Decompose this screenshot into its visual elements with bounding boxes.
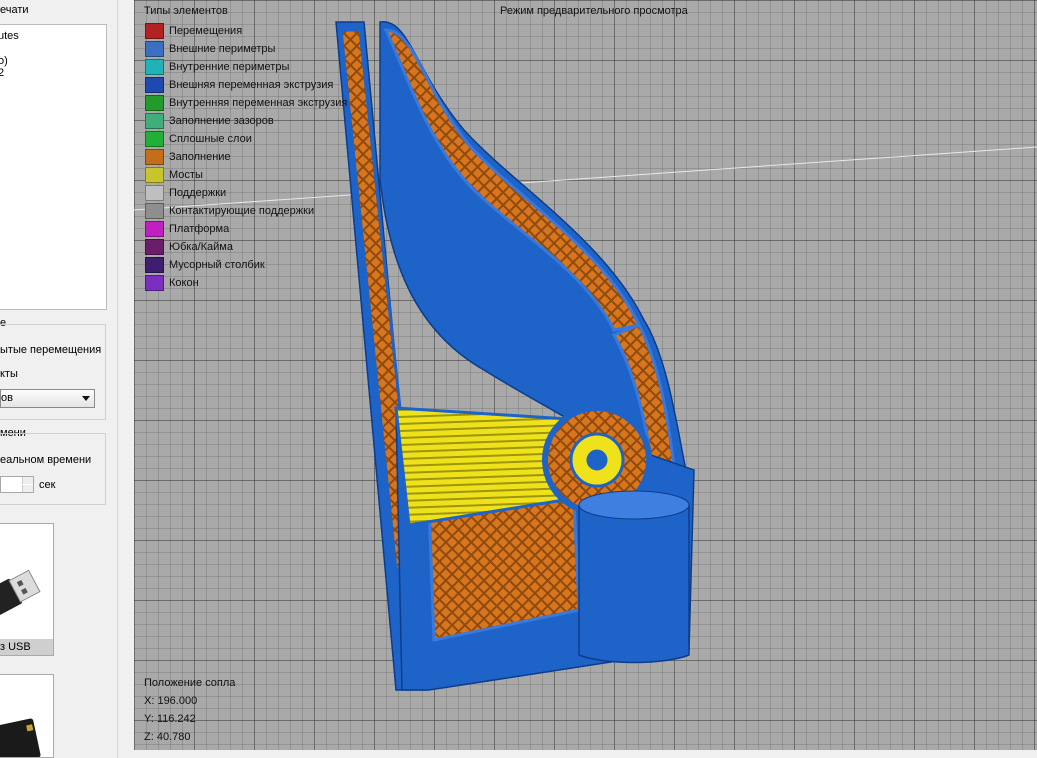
pivot-top	[578, 490, 690, 520]
pivot-cylinder	[578, 504, 690, 664]
legend-title: Типы элементов	[144, 5, 228, 17]
legend-swatch	[145, 23, 164, 39]
print-usb-label: з USB	[0, 639, 53, 655]
legend-swatch	[145, 77, 164, 93]
realtime-group-frame	[0, 433, 106, 505]
legend-label: Контактирующие поддержки	[169, 205, 315, 217]
legend-label: Заполнение зазоров	[169, 115, 274, 127]
legend-label: Мосты	[169, 169, 203, 181]
spin-up-button[interactable]	[22, 477, 33, 484]
spin-down-button[interactable]	[22, 485, 33, 492]
legend-swatch	[145, 221, 164, 237]
legend-swatch	[145, 275, 164, 291]
legend-swatch	[145, 185, 164, 201]
nozzle-position-panel: Положение сопла X: 196.000 Y: 116.242 Z:…	[144, 677, 235, 749]
view-mode-value: ов	[1, 392, 13, 404]
legend-swatch	[145, 95, 164, 111]
list-item: о)	[0, 55, 8, 67]
legend-label: Сплошные слои	[169, 133, 252, 145]
legend-label: Платформа	[169, 223, 230, 235]
legend-label: Юбка/Кайма	[169, 241, 233, 253]
usb-stick-icon	[0, 569, 41, 623]
nozzle-x: X: 196.000	[144, 695, 198, 707]
print-group-title: ечати	[0, 4, 29, 16]
legend-label: Мусорный столбик	[169, 259, 265, 271]
view-mode-select[interactable]: ов	[0, 389, 95, 408]
legend-label: Внутренняя переменная экструзия	[169, 97, 348, 109]
list-item: 2	[0, 67, 4, 79]
realtime-checkbox-label[interactable]: еальном времени	[0, 454, 91, 466]
print-usb-card[interactable]: з USB	[0, 523, 54, 656]
legend-swatch	[145, 149, 164, 165]
legend-swatch	[145, 41, 164, 57]
preview-mode-title: Режим предварительного просмотра	[500, 5, 688, 17]
legend-swatch	[145, 59, 164, 75]
preview-viewport[interactable]: Режим предварительного просмотра Типы эл…	[134, 0, 1037, 750]
legend-swatch	[145, 113, 164, 129]
sd-card-card[interactable]	[0, 674, 54, 758]
show-travel-checkbox-label[interactable]: ытые перемещения	[0, 344, 101, 356]
nozzle-position-title: Положение сопла	[144, 677, 236, 689]
print-info-list[interactable]: utes о) 2	[0, 24, 107, 310]
nozzle-y: Y: 116.242	[144, 713, 196, 725]
legend-label: Внутренние периметры	[169, 61, 290, 73]
legend-label: Поддержки	[169, 187, 227, 199]
legend-swatch	[145, 131, 164, 147]
legend-label: Заполнение	[169, 151, 231, 163]
legend-label: Кокон	[169, 277, 199, 289]
legend-label: Внешняя переменная экструзия	[169, 79, 334, 91]
seconds-unit-label: сек	[39, 479, 56, 491]
left-panel: ечати utes о) 2 е ытые перемещения кты о…	[0, 0, 118, 758]
legend-label: Внешние периметры	[169, 43, 276, 55]
interval-spinbox[interactable]	[0, 476, 34, 493]
legend-swatch	[145, 203, 164, 219]
nozzle-z: Z: 40.780	[144, 731, 191, 743]
list-item: utes	[0, 30, 19, 42]
legend-swatch	[145, 167, 164, 183]
hinge-hole	[583, 446, 611, 474]
legend-swatch	[145, 239, 164, 255]
legend-label: Перемещения	[169, 25, 243, 37]
chevron-down-icon	[82, 396, 90, 401]
legend-swatch	[145, 257, 164, 273]
sd-card-icon	[0, 718, 41, 757]
show-objects-checkbox-label[interactable]: кты	[0, 368, 18, 380]
gcode-preview-model[interactable]	[134, 0, 1037, 750]
